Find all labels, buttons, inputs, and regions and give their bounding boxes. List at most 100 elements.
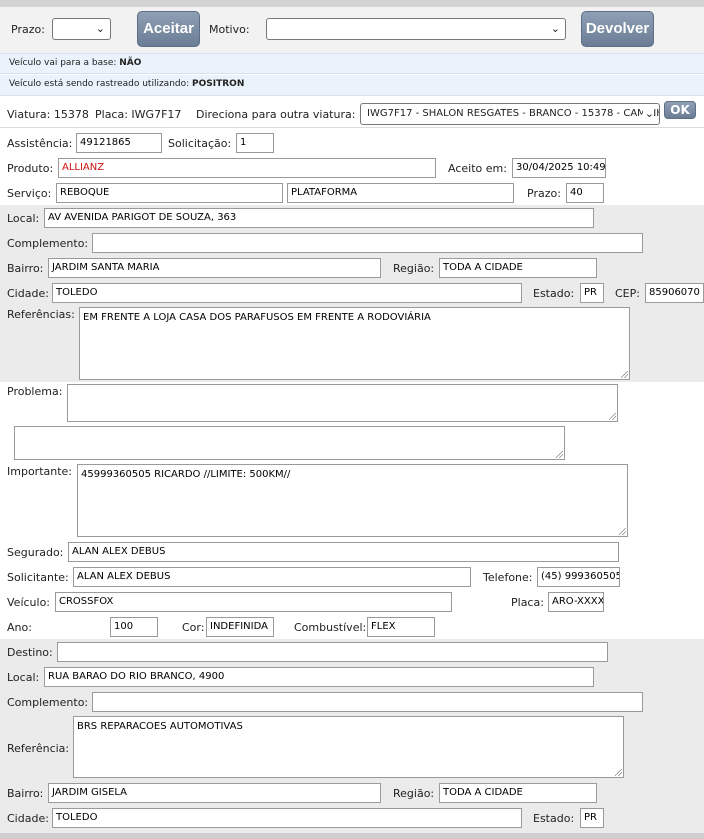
combustivel-field[interactable]: FLEX bbox=[367, 617, 435, 637]
veiculo-label: Veículo: bbox=[7, 596, 51, 609]
referencias-textarea[interactable]: EM FRENTE A LOJA CASA DOS PARAFUSOS EM F… bbox=[79, 307, 630, 380]
resize-grip-icon[interactable] bbox=[609, 413, 616, 420]
bairro-label: Bairro: bbox=[7, 262, 44, 275]
tracking-info-value: POSITRON bbox=[192, 79, 245, 89]
destino-complemento-label: Complemento: bbox=[7, 696, 89, 709]
destino-bairro-field[interactable]: JARDIM GISELA bbox=[48, 783, 381, 803]
redirect-label: Direciona para outra viatura: bbox=[196, 108, 356, 121]
resize-grip-icon[interactable] bbox=[619, 528, 626, 535]
action-toolbar: Prazo: ⌄ Aceitar Motivo: ⌄ Devolver bbox=[0, 7, 704, 53]
accept-button[interactable]: Aceitar bbox=[137, 11, 200, 47]
ano-field[interactable]: 100 bbox=[110, 617, 158, 637]
combustivel-label: Combustível: bbox=[294, 621, 367, 634]
bairro-field[interactable]: JARDIM SANTA MARIA bbox=[48, 258, 381, 278]
base-info-value: NÃO bbox=[119, 58, 142, 68]
servico-tipo-field[interactable]: PLATAFORMA bbox=[287, 183, 514, 203]
destino-complemento-field[interactable] bbox=[92, 692, 643, 712]
placa-field[interactable]: ARO-XXXX bbox=[548, 592, 604, 612]
local-label: Local: bbox=[7, 212, 40, 225]
produto-label: Produto: bbox=[7, 162, 54, 175]
assistencia-label: Assistência: bbox=[7, 137, 73, 150]
estado-field[interactable]: PR bbox=[580, 283, 604, 303]
produto-field[interactable]: ALLIANZ bbox=[58, 158, 436, 178]
problema-label: Problema: bbox=[7, 385, 63, 398]
complemento-field[interactable] bbox=[92, 233, 643, 253]
resize-grip-icon[interactable] bbox=[556, 451, 563, 458]
veiculo-field[interactable]: CROSSFOX bbox=[55, 592, 452, 612]
viatura-text: Viatura: 15378 bbox=[7, 108, 89, 121]
destino-label: Destino: bbox=[7, 646, 53, 659]
chevron-down-icon: ⌄ bbox=[642, 104, 654, 124]
chevron-down-icon: ⌄ bbox=[550, 22, 560, 35]
ok-button[interactable]: OK bbox=[664, 101, 696, 119]
solicitante-field[interactable]: ALAN ALEX DEBUS bbox=[73, 567, 471, 587]
servico-field[interactable]: REBOQUE bbox=[56, 183, 283, 203]
telefone-label: Telefone: bbox=[483, 571, 533, 584]
base-info-label: Veículo vai para a base: bbox=[9, 58, 117, 68]
destino-referencia-label: Referência: bbox=[7, 742, 70, 755]
referencias-text: EM FRENTE A LOJA CASA DOS PARAFUSOS EM F… bbox=[83, 312, 431, 323]
base-info-text: Veículo vai para a base: NÃO bbox=[9, 58, 141, 68]
servico-label: Serviço: bbox=[7, 187, 52, 200]
cep-field[interactable]: 85906070 bbox=[645, 283, 704, 303]
redirect-vehicle-value: IWG7F17 - SHALON RESGATES - BRANCO - 153… bbox=[367, 108, 660, 119]
complemento-label: Complemento: bbox=[7, 237, 89, 250]
solicitante-label: Solicitante: bbox=[7, 571, 69, 584]
ano-label: Ano: bbox=[7, 621, 32, 634]
destino-regiao-field[interactable]: TODA A CIDADE bbox=[439, 783, 597, 803]
segurado-label: Segurado: bbox=[7, 546, 64, 559]
problema-extra-textarea[interactable] bbox=[14, 426, 565, 460]
destino-estado-label: Estado: bbox=[533, 812, 575, 825]
prazo-select[interactable]: ⌄ bbox=[52, 18, 111, 40]
destino-local-field[interactable]: RUA BARAO DO RIO BRANCO, 4900 bbox=[44, 667, 594, 687]
regiao-field[interactable]: TODA A CIDADE bbox=[439, 258, 597, 278]
importante-text: 45999360505 RICARDO //LIMITE: 500KM// bbox=[81, 469, 291, 480]
resize-grip-icon[interactable] bbox=[615, 769, 622, 776]
prazo-field[interactable]: 40 bbox=[566, 183, 604, 203]
destino-regiao-label: Região: bbox=[393, 787, 435, 800]
destino-estado-field[interactable]: PR bbox=[580, 808, 604, 828]
destino-local-label: Local: bbox=[7, 671, 40, 684]
motivo-label: Motivo: bbox=[209, 23, 250, 36]
estado-label: Estado: bbox=[533, 287, 575, 300]
solicitacao-label: Solicitação: bbox=[168, 137, 232, 150]
destino-cidade-label: Cidade: bbox=[7, 812, 49, 825]
aceito-label: Aceito em: bbox=[448, 162, 507, 175]
chevron-down-icon: ⌄ bbox=[95, 22, 105, 35]
cor-label: Cor: bbox=[182, 621, 205, 634]
resize-grip-icon[interactable] bbox=[621, 371, 628, 378]
solicitacao-field[interactable]: 1 bbox=[236, 133, 274, 153]
importante-label: Importante: bbox=[7, 465, 73, 478]
aceito-field[interactable]: 30/04/2025 10:49 bbox=[512, 158, 606, 178]
redirect-vehicle-select[interactable]: IWG7F17 - SHALON RESGATES - BRANCO - 153… bbox=[360, 103, 660, 125]
placa-label: Placa: bbox=[511, 596, 544, 609]
destino-field[interactable] bbox=[57, 642, 608, 662]
motivo-select[interactable]: ⌄ bbox=[266, 18, 566, 40]
prazo-field-label: Prazo: bbox=[527, 187, 561, 200]
cidade-label: Cidade: bbox=[7, 287, 49, 300]
cidade-field[interactable]: TOLEDO bbox=[52, 283, 522, 303]
local-field[interactable]: AV AVENIDA PARIGOT DE SOUZA, 363 bbox=[44, 208, 594, 228]
tracking-info-label: Veículo está sendo rastreado utilizando: bbox=[9, 79, 190, 89]
problema-textarea[interactable] bbox=[67, 384, 618, 422]
importante-textarea[interactable]: 45999360505 RICARDO //LIMITE: 500KM// bbox=[77, 464, 628, 537]
vehicle-plate-text: Placa: IWG7F17 bbox=[95, 108, 182, 121]
destino-referencia-text: BRS REPARACOES AUTOMOTIVAS bbox=[77, 721, 243, 732]
referencias-label: Referências: bbox=[7, 308, 75, 321]
regiao-label: Região: bbox=[393, 262, 435, 275]
tracking-info-row: Veículo está sendo rastreado utilizando:… bbox=[0, 75, 704, 96]
destino-referencia-textarea[interactable]: BRS REPARACOES AUTOMOTIVAS bbox=[73, 716, 624, 778]
bottom-frame-strip bbox=[0, 833, 704, 839]
assistencia-field[interactable]: 49121865 bbox=[76, 133, 162, 153]
cor-field[interactable]: INDEFINIDA bbox=[206, 617, 274, 637]
cep-label: CEP: bbox=[615, 287, 640, 300]
return-button[interactable]: Devolver bbox=[581, 11, 654, 47]
segurado-field[interactable]: ALAN ALEX DEBUS bbox=[68, 542, 619, 562]
destino-bairro-label: Bairro: bbox=[7, 787, 44, 800]
top-frame-strip bbox=[0, 0, 704, 7]
prazo-label: Prazo: bbox=[11, 23, 45, 36]
destino-cidade-field[interactable]: TOLEDO bbox=[52, 808, 522, 828]
base-info-row: Veículo vai para a base: NÃO bbox=[0, 53, 704, 74]
tracking-info-text: Veículo está sendo rastreado utilizando:… bbox=[9, 79, 244, 89]
telefone-field[interactable]: (45) 999360505 bbox=[537, 567, 620, 587]
